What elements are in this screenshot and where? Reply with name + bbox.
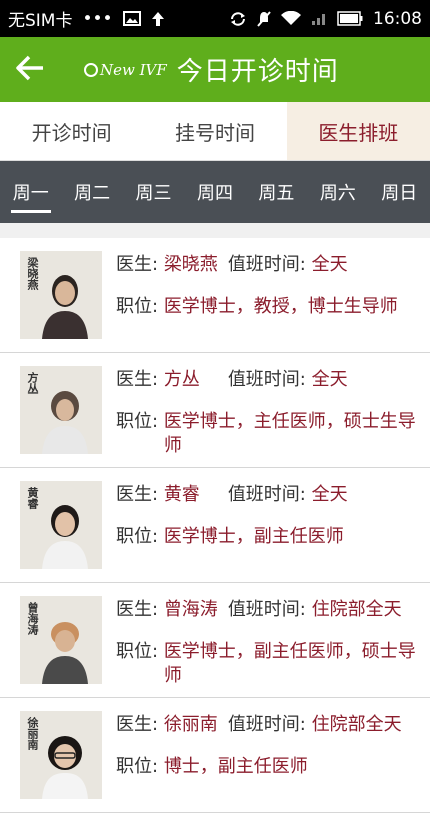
newivf-logo: New IVF xyxy=(84,61,167,79)
sync-icon xyxy=(229,11,247,27)
upload-arrow-icon xyxy=(151,11,165,27)
duty-label: 值班时间: xyxy=(227,369,306,390)
weekday-tab-bar: 周一 周二 周三 周四 周五 周六 周日 xyxy=(0,161,430,223)
position-value: 医学博士，教授，博士生导师 xyxy=(163,296,398,317)
duty-label: 值班时间: xyxy=(227,599,306,620)
doctor-label: 医生: xyxy=(116,714,159,735)
clock: 16:08 xyxy=(373,8,422,29)
tab-clinic-hours[interactable]: 开诊时间 xyxy=(0,102,143,160)
page-title: 今日开诊时间 xyxy=(176,57,339,87)
duty-time: 全天 xyxy=(311,484,348,505)
doctor-photo: 方丛 xyxy=(20,366,102,454)
duty-time: 住院部全天 xyxy=(311,599,402,620)
position-label: 职位: xyxy=(116,641,159,662)
doctor-card[interactable]: 方丛 医生: 方丛 值班时间: 全天 职位: 医学博士，主任医师，硕士生导师 xyxy=(0,353,430,468)
doctor-name: 梁晓燕 xyxy=(163,254,218,275)
doctor-photo: 黄睿 xyxy=(20,481,102,569)
position-label: 职位: xyxy=(116,756,159,777)
duty-label: 值班时间: xyxy=(227,484,306,505)
top-tab-bar: 开诊时间 挂号时间 医生排班 xyxy=(0,102,430,161)
carrier-text: 无SIM卡 xyxy=(8,11,73,31)
position-value: 医学博士，主任医师，硕士生导师 xyxy=(163,411,416,456)
position-value: 医学博士，副主任医师 xyxy=(163,526,344,547)
doctor-name: 方丛 xyxy=(163,369,200,390)
tab-doctor-schedule[interactable]: 医生排班 xyxy=(286,102,430,160)
position-label: 职位: xyxy=(116,411,159,432)
duty-label: 值班时间: xyxy=(227,254,306,275)
position-label: 职位: xyxy=(116,296,159,317)
mute-icon xyxy=(257,10,271,27)
tab-friday[interactable]: 周五 xyxy=(254,171,298,213)
doctor-list: 梁晓燕 医生: 梁晓燕 值班时间: 全天 职位: 医学博士，教授，博士生导师 方丛… xyxy=(0,238,430,813)
doctor-label: 医生: xyxy=(116,369,159,390)
duty-time: 全天 xyxy=(311,254,348,275)
doctor-name: 曾海涛 xyxy=(163,599,218,620)
doctor-card[interactable]: 黄睿 医生: 黄睿 值班时间: 全天 职位: 医学博士，副主任医师 xyxy=(0,468,430,583)
duty-time: 全天 xyxy=(311,369,348,390)
wifi-icon xyxy=(281,11,301,26)
doctor-name: 黄睿 xyxy=(163,484,200,505)
duty-label: 值班时间: xyxy=(227,714,306,735)
signal-icon xyxy=(311,11,327,26)
back-button[interactable] xyxy=(0,37,60,102)
doctor-card[interactable]: 徐丽南 医生: 徐丽南 值班时间: 住院部全天 职位: 博士，副主任医师 xyxy=(0,698,430,813)
tab-tuesday[interactable]: 周二 xyxy=(70,171,114,213)
position-label: 职位: xyxy=(116,526,159,547)
tab-monday[interactable]: 周一 xyxy=(9,171,53,213)
tab-registration-hours[interactable]: 挂号时间 xyxy=(143,102,286,160)
doctor-label: 医生: xyxy=(116,484,159,505)
duty-time: 住院部全天 xyxy=(311,714,402,735)
doctor-photo: 曾海涛 xyxy=(20,596,102,684)
list-spacer xyxy=(0,223,430,238)
position-value: 博士，副主任医师 xyxy=(163,756,308,777)
doctor-photo: 梁晓燕 xyxy=(20,251,102,339)
doctor-label: 医生: xyxy=(116,599,159,620)
back-arrow-icon xyxy=(15,55,45,85)
tab-thursday[interactable]: 周四 xyxy=(193,171,237,213)
doctor-photo: 徐丽南 xyxy=(20,711,102,799)
status-bar: 无SIM卡 ••• 16:08 xyxy=(0,0,430,37)
doctor-card[interactable]: 曾海涛 医生: 曾海涛 值班时间: 住院部全天 职位: 医学博士，副主任医师，硕士… xyxy=(0,583,430,698)
app-header: New IVF 今日开诊时间 xyxy=(0,37,430,102)
tab-wednesday[interactable]: 周三 xyxy=(132,171,176,213)
battery-icon xyxy=(337,11,363,26)
doctor-label: 医生: xyxy=(116,254,159,275)
image-icon xyxy=(122,11,141,26)
more-dots: ••• xyxy=(82,8,113,29)
doctor-name: 徐丽南 xyxy=(163,714,218,735)
position-value: 医学博士，副主任医师，硕士导师 xyxy=(163,641,416,686)
tab-saturday[interactable]: 周六 xyxy=(316,171,360,213)
doctor-card[interactable]: 梁晓燕 医生: 梁晓燕 值班时间: 全天 职位: 医学博士，教授，博士生导师 xyxy=(0,238,430,353)
logo-text: New IVF xyxy=(100,60,167,79)
tab-sunday[interactable]: 周日 xyxy=(377,171,421,213)
